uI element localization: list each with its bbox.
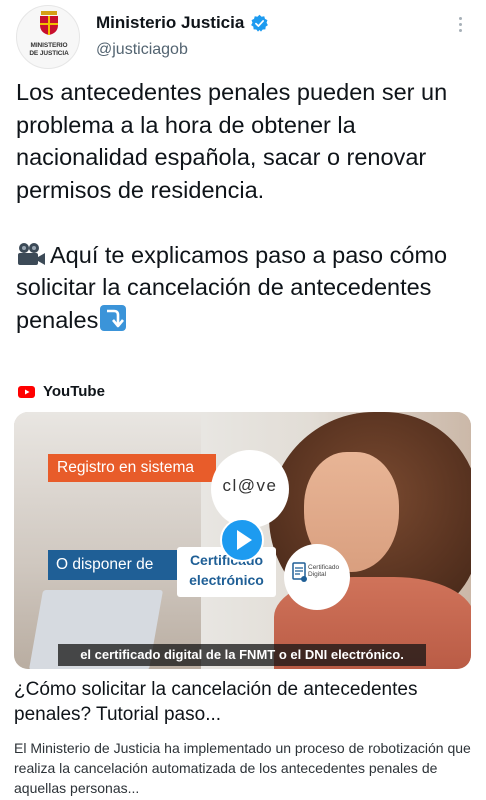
video-subtitle: el certificado digital de la FNMT o el D… [80, 647, 404, 662]
arrow-down-right-icon [100, 304, 127, 331]
card-description: El Ministerio de Justicia ha implementad… [14, 740, 471, 796]
avatar-label: MINISTERIO DE JUSTICIA [29, 42, 69, 57]
tweet-paragraph-1: Los antecedentes penales pueden ser un p… [16, 79, 448, 203]
more-options-icon[interactable] [452, 14, 468, 36]
overlay-registro: Registro en sistema [48, 454, 216, 482]
certificado-line-2: electrónico [189, 572, 264, 588]
video-subtitle-bar: el certificado digital de la FNMT o el D… [58, 644, 426, 666]
avatar[interactable]: MINISTERIO DE JUSTICIA [16, 5, 80, 69]
youtube-icon [18, 385, 35, 398]
video-thumbnail[interactable]: Registro en sistema cl@ve O disponer de … [14, 412, 471, 669]
tweet-paragraph-2: Aquí te explicamos paso a paso cómo soli… [16, 241, 448, 333]
handle[interactable]: @justiciagob [96, 41, 188, 59]
tweet: MINISTERIO DE JUSTICIA Ministerio Justic… [0, 0, 486, 800]
card-source-label: YouTube [43, 383, 105, 400]
display-name[interactable]: Ministerio Justicia [96, 13, 244, 33]
movie-camera-icon [18, 242, 45, 265]
overlay-disponer: O disponer de [48, 550, 190, 580]
author-name-row: Ministerio Justicia [96, 13, 269, 33]
tweet-text: Los antecedentes penales pueden ser un p… [16, 76, 478, 336]
coat-of-arms-icon [40, 11, 58, 35]
card-source: YouTube [18, 383, 105, 400]
play-icon[interactable] [220, 518, 264, 562]
clave-logo-text: cl@ve [222, 476, 278, 495]
verified-badge-icon [251, 14, 269, 32]
certificado-digital-label: Certificado Digital [308, 564, 340, 578]
card-title[interactable]: ¿Cómo solicitar la cancelación de antece… [14, 677, 476, 727]
clave-logo: cl@ve [211, 450, 289, 528]
certificado-digital-badge: Certificado Digital [284, 544, 350, 610]
document-icon [292, 562, 307, 582]
